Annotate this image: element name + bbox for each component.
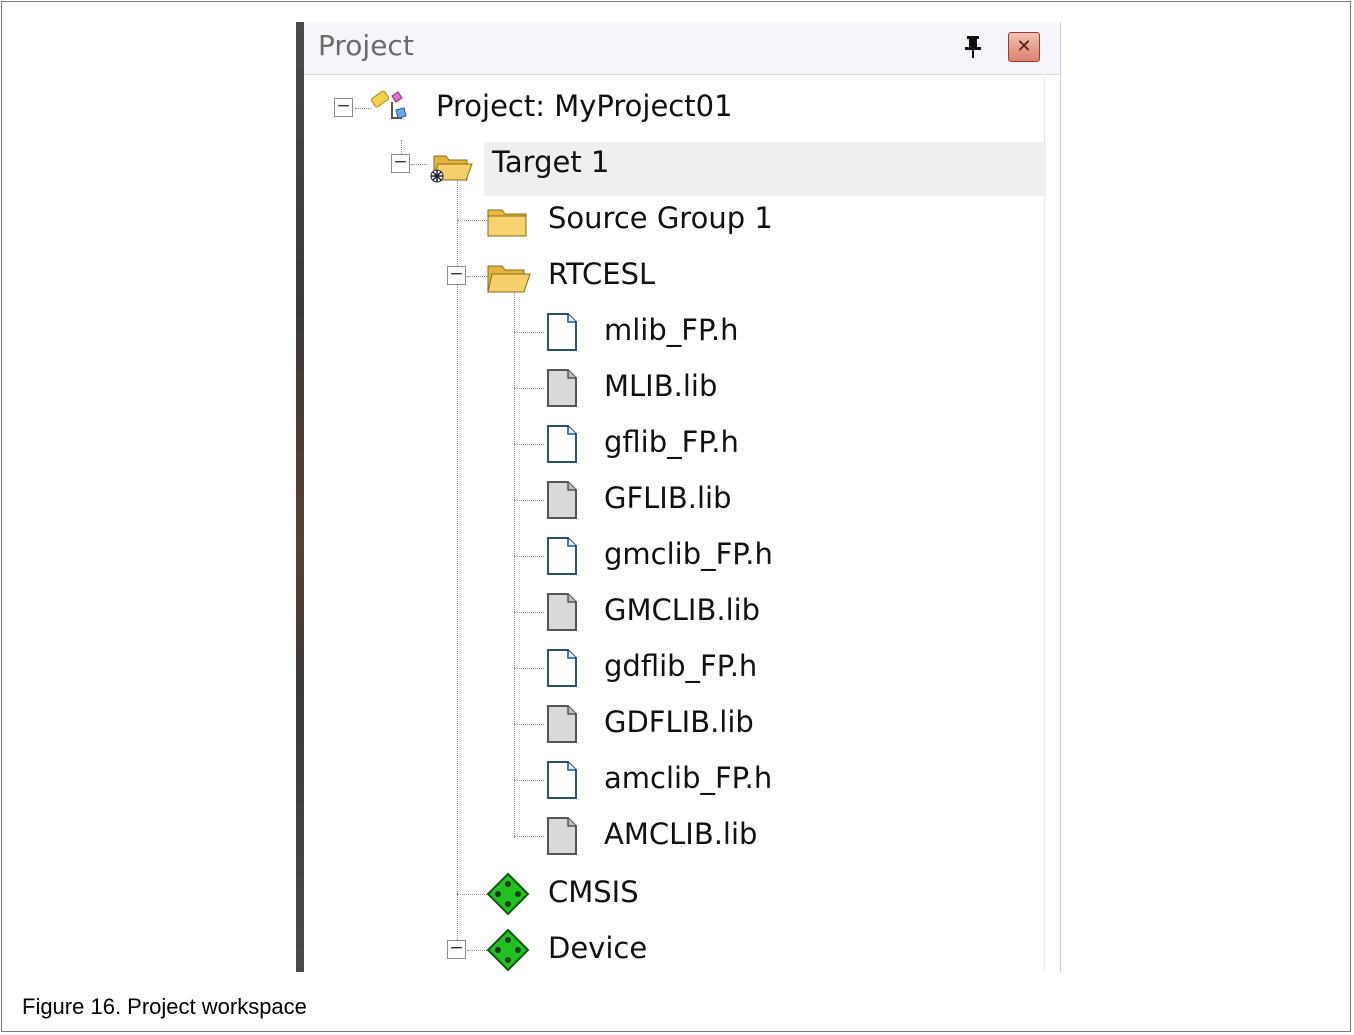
- header-file-icon: [544, 536, 580, 580]
- tree-item-file[interactable]: amclib_FP.h: [604, 761, 772, 795]
- target-folder-icon: [428, 146, 474, 190]
- library-file-icon: [544, 704, 580, 748]
- tree-item-cmsis[interactable]: CMSIS: [548, 875, 639, 909]
- tree-item-file[interactable]: MLIB.lib: [604, 369, 717, 403]
- green-diamond-icon: [486, 872, 530, 920]
- tree-item-file[interactable]: gdflib_FP.h: [604, 649, 757, 683]
- library-file-icon: [544, 480, 580, 524]
- tree-item-file[interactable]: GMCLIB.lib: [604, 593, 760, 627]
- project-icon: [370, 88, 412, 132]
- project-panel: Project ✕ − Project: MyProject01 − Targe…: [304, 22, 1061, 972]
- green-diamond-icon: [486, 928, 530, 976]
- header-file-icon: [544, 312, 580, 356]
- tree-item-target[interactable]: Target 1: [492, 145, 609, 179]
- expand-toggle-rtcesl[interactable]: −: [447, 266, 466, 285]
- tree-item-project[interactable]: Project: MyProject01: [436, 89, 733, 123]
- pin-icon[interactable]: [962, 34, 984, 60]
- tree-item-device[interactable]: Device: [548, 931, 647, 965]
- header-file-icon: [544, 424, 580, 468]
- header-file-icon: [544, 648, 580, 692]
- library-file-icon: [544, 816, 580, 860]
- header-file-icon: [544, 760, 580, 804]
- folder-icon: [486, 204, 530, 244]
- tree-item-source-group[interactable]: Source Group 1: [548, 201, 773, 235]
- expand-toggle-target[interactable]: −: [391, 154, 410, 173]
- library-file-icon: [544, 592, 580, 636]
- project-tree: − Project: MyProject01 − Target 1 Source…: [304, 76, 1046, 972]
- expand-toggle-project[interactable]: −: [334, 98, 353, 117]
- close-icon[interactable]: ✕: [1008, 32, 1040, 62]
- tree-item-file[interactable]: mlib_FP.h: [604, 313, 739, 347]
- tree-item-file[interactable]: gmclib_FP.h: [604, 537, 773, 571]
- adjacent-window-edge: [296, 22, 304, 972]
- panel-title: Project: [318, 29, 414, 62]
- library-file-icon: [544, 368, 580, 412]
- panel-titlebar: Project ✕: [304, 22, 1060, 75]
- figure-caption: Figure 16. Project workspace: [22, 994, 307, 1019]
- expand-toggle-device[interactable]: −: [447, 940, 466, 959]
- tree-item-file[interactable]: gflib_FP.h: [604, 425, 739, 459]
- open-folder-icon: [486, 260, 532, 300]
- tree-item-file[interactable]: GDFLIB.lib: [604, 705, 754, 739]
- tree-item-file[interactable]: AMCLIB.lib: [604, 817, 757, 851]
- tree-item-file[interactable]: GFLIB.lib: [604, 481, 732, 515]
- tree-item-rtcesl[interactable]: RTCESL: [548, 257, 655, 291]
